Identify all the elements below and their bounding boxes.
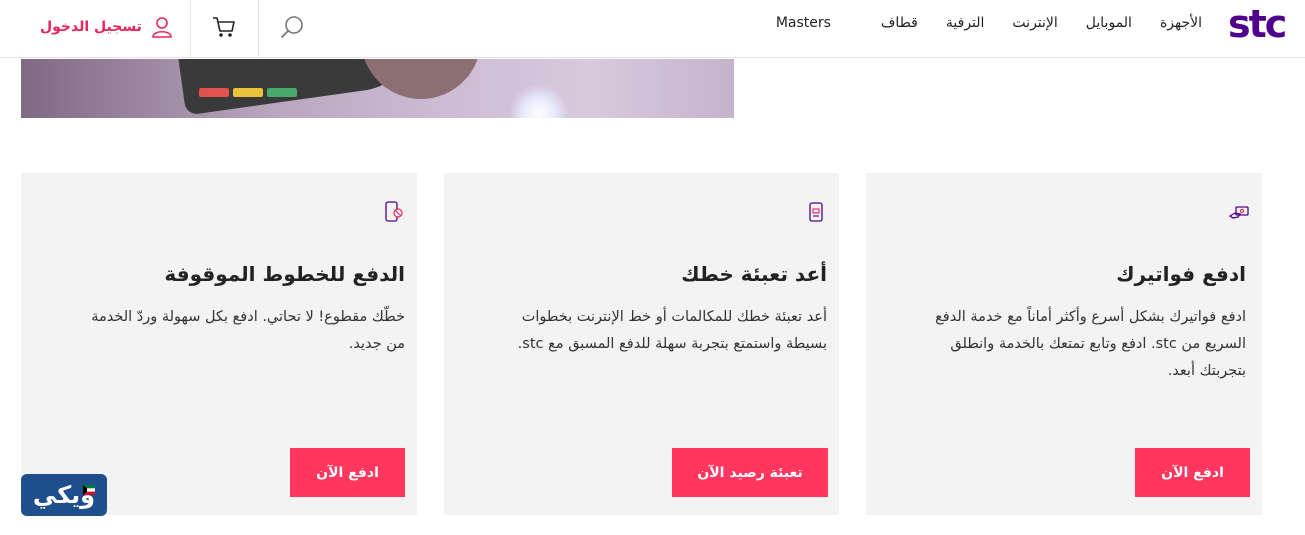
nav-qitaf[interactable]: قطاف <box>867 14 932 32</box>
recharge-icon <box>806 201 828 223</box>
pay-now-button[interactable]: ادفع الآن <box>1135 448 1250 497</box>
cart-icon[interactable] <box>210 13 238 41</box>
header-divider <box>258 0 259 58</box>
recharge-now-button[interactable]: تعبئة رصيد الآن <box>672 448 828 497</box>
card-description: ادفع فواتيرك بشكل أسرع وأكثر أماناً مع خ… <box>876 304 1246 385</box>
terminal-key <box>199 88 229 97</box>
stc-logo[interactable]: stc <box>1228 4 1296 44</box>
pay-bills-card: ادفع فواتيرك ادفع فواتيرك بشكل أسرع وأكث… <box>866 173 1262 515</box>
card-description: أعد تعبئة خطك للمكالمات أو خط الإنترنت ب… <box>452 304 827 358</box>
card-description-line: خطّك مقطوع! لا تحاتي. ادفع بكل سهولة ورد… <box>91 309 405 325</box>
user-icon <box>150 15 174 39</box>
pay-now-button[interactable]: ادفع الآن <box>290 448 405 497</box>
suspended-lines-card: الدفع للخطوط الموقوفة خطّك مقطوع! لا تحا… <box>21 173 417 515</box>
phone-blocked-icon <box>383 201 405 223</box>
nav-internet[interactable]: الإنترنت <box>998 14 1071 32</box>
terminal-key <box>267 88 297 97</box>
watermark-logo: ويكي <box>21 474 107 516</box>
card-title: أعد تعبئة خطك <box>681 262 827 286</box>
card-description-line: بسيطة واستمتع بتجربة سهلة للدفع المسبق م… <box>517 336 827 352</box>
hand-image <box>361 59 481 99</box>
login-label: تسجيل الدخول <box>40 19 142 35</box>
card-description-line: السريع من stc. ادفع وتابع تمتعك بالخدمة … <box>950 336 1246 352</box>
main-nav: الأجهزة الموبايل الإنترنت الترفية قطاف M… <box>776 14 1202 32</box>
card-description-line: أعد تعبئة خطك للمكالمات أو خط الإنترنت ب… <box>521 309 827 325</box>
card-title: ادفع فواتيرك <box>1116 262 1246 286</box>
top-header: stc الأجهزة الموبايل الإنترنت الترفية قط… <box>0 0 1305 58</box>
header-divider <box>190 0 191 58</box>
search-icon[interactable] <box>278 14 306 42</box>
card-title: الدفع للخطوط الموقوفة <box>164 262 405 286</box>
hand-money-icon <box>1228 201 1250 223</box>
terminal-key <box>233 88 263 97</box>
flag-icon <box>83 480 95 495</box>
nav-entertainment[interactable]: الترفية <box>932 14 999 32</box>
light-glow <box>509 84 569 118</box>
login-link[interactable]: تسجيل الدخول <box>40 12 174 42</box>
card-description-line: من جديد. <box>348 336 405 352</box>
recharge-card: أعد تعبئة خطك أعد تعبئة خطك للمكالمات أو… <box>444 173 839 515</box>
nav-mobile[interactable]: الموبايل <box>1072 14 1146 32</box>
nav-masters[interactable]: Masters <box>776 14 845 32</box>
card-description-line: ادفع فواتيرك بشكل أسرع وأكثر أماناً مع خ… <box>935 309 1246 325</box>
nav-devices[interactable]: الأجهزة <box>1146 14 1202 32</box>
card-description-line: بتجربتك أبعد. <box>1167 363 1246 379</box>
card-description: خطّك مقطوع! لا تحاتي. ادفع بكل سهولة ورد… <box>30 304 405 358</box>
hero-image <box>21 59 734 118</box>
